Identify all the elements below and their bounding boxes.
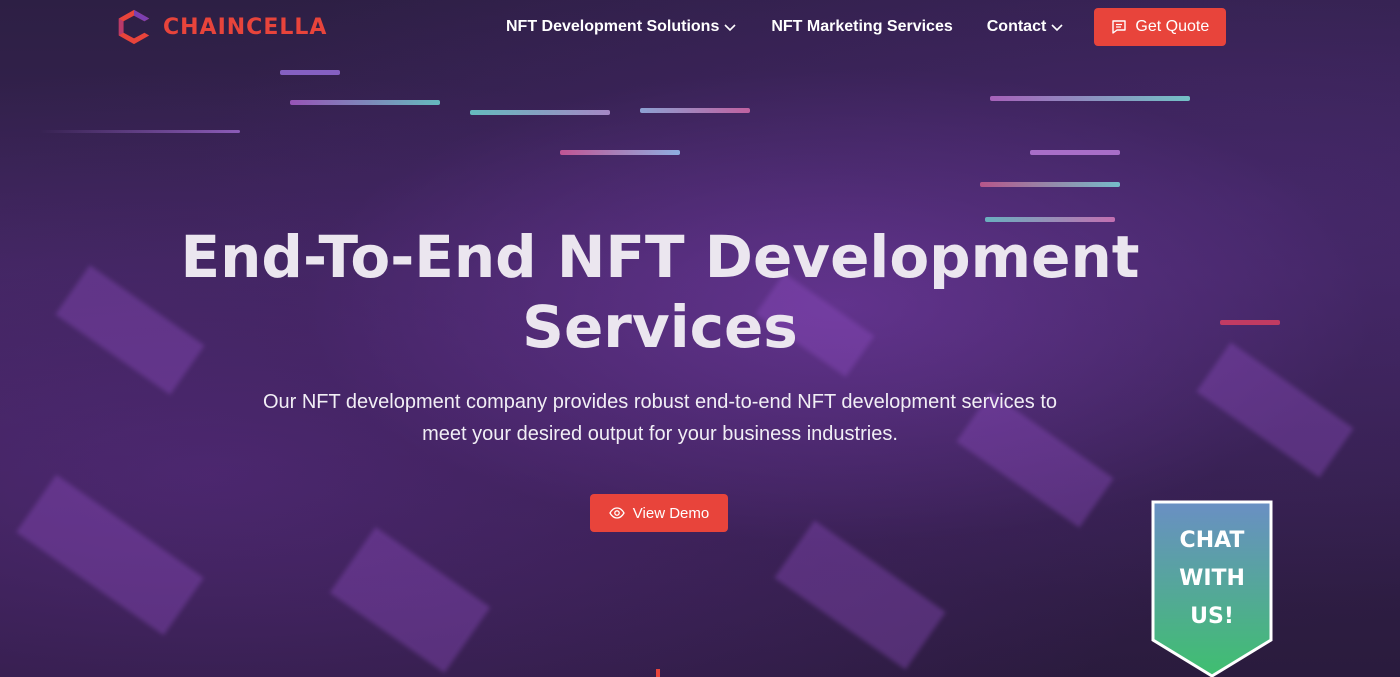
hero-subtitle: Our NFT development company provides rob… xyxy=(230,386,1090,450)
light-streak xyxy=(980,182,1120,187)
hero-title-line1: End-To-End NFT Development xyxy=(180,223,1140,291)
view-demo-button[interactable]: View Demo xyxy=(590,494,728,532)
light-shard xyxy=(329,527,491,673)
light-shard xyxy=(774,520,946,670)
nav-item-contact[interactable]: Contact xyxy=(987,18,1065,36)
nav-item-nft-marketing-services[interactable]: NFT Marketing Services xyxy=(771,18,952,36)
light-streak xyxy=(280,70,340,75)
chevron-down-icon xyxy=(724,24,736,32)
hero-title: End-To-End NFT Development Services xyxy=(0,222,1320,362)
chevron-down-icon xyxy=(1051,24,1063,32)
light-shard xyxy=(1196,342,1354,478)
light-streak xyxy=(470,110,610,115)
nav-item-nft-development-solutions[interactable]: NFT Development Solutions xyxy=(506,18,737,36)
chat-badge-text: CHAT WITH US! xyxy=(1179,528,1245,629)
hero-title-line2: Services xyxy=(522,293,798,361)
main-nav: NFT Development Solutions NFT Marketing … xyxy=(506,8,1227,46)
nav-item-label: Contact xyxy=(986,18,1047,35)
view-demo-label: View Demo xyxy=(632,504,710,522)
nav-item-label: NFT Development Solutions xyxy=(506,18,720,35)
hero-subtitle-line1: Our NFT development company provides rob… xyxy=(262,391,1058,413)
nav-item-label: NFT Marketing Services xyxy=(771,18,953,35)
light-streak xyxy=(1030,150,1120,155)
get-quote-button[interactable]: Get Quote xyxy=(1094,8,1227,46)
light-streak xyxy=(640,108,750,113)
light-streak xyxy=(290,100,440,105)
chaincella-logo-icon xyxy=(118,9,150,45)
message-icon xyxy=(1112,20,1127,34)
light-shard xyxy=(16,474,204,636)
eye-icon xyxy=(609,507,625,519)
get-quote-label: Get Quote xyxy=(1135,18,1210,35)
brand-name: CHAINCELLA xyxy=(163,14,328,40)
light-streak xyxy=(990,96,1190,101)
hero-subtitle-line2: meet your desired output for your busine… xyxy=(422,423,898,445)
brand-logo[interactable]: CHAINCELLA xyxy=(115,8,327,46)
light-streak xyxy=(40,130,240,133)
chat-with-us-badge[interactable]: CHAT WITH US! xyxy=(1151,500,1273,677)
scroll-indicator xyxy=(656,669,660,677)
light-streak xyxy=(560,150,680,155)
